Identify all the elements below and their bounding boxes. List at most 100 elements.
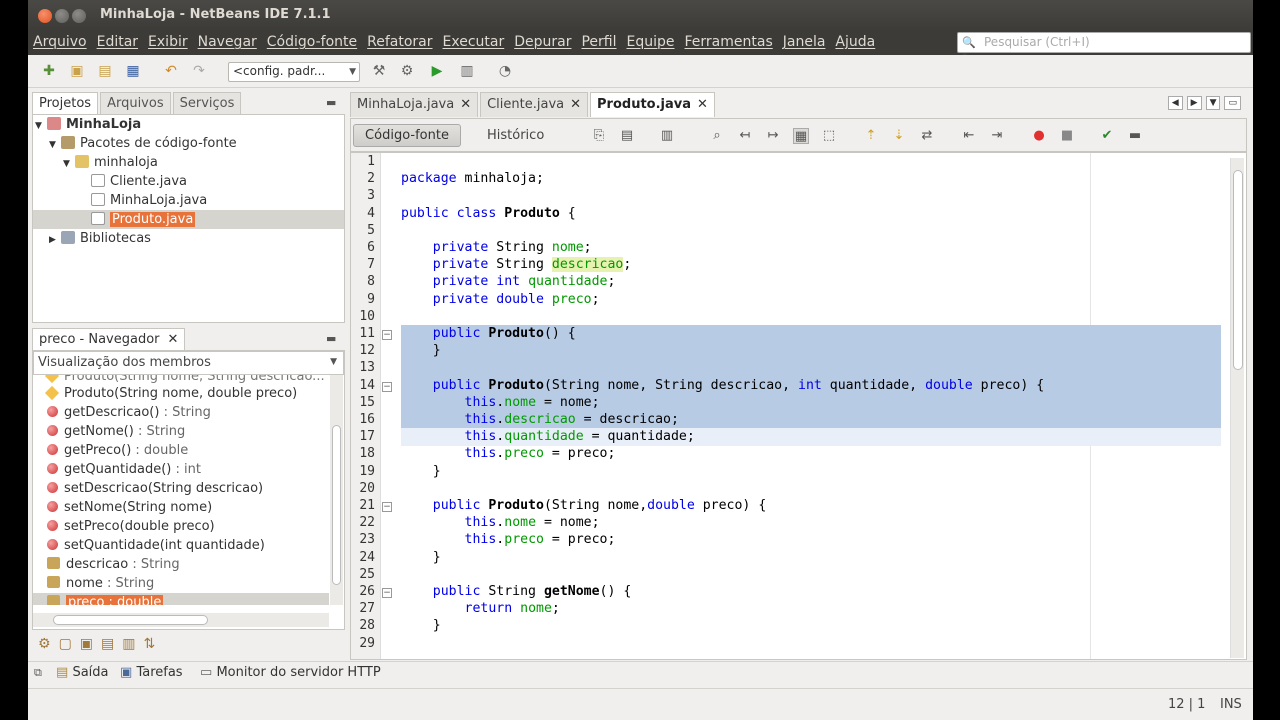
fold-toggle-icon[interactable]: −: [382, 588, 392, 598]
toggle-bookmark-icon[interactable]: ⇄: [919, 128, 935, 144]
close-icon[interactable]: ✕: [460, 97, 471, 112]
back-icon[interactable]: ▤: [619, 128, 635, 144]
tree-project[interactable]: ▼ MinhaLoja: [35, 115, 141, 134]
menu-navegar[interactable]: Navegar: [198, 34, 257, 50]
menu-codigo-fonte[interactable]: Código-fonte: [267, 34, 357, 50]
tasks-tab[interactable]: ▣ Tarefas: [120, 665, 183, 680]
tab-minhaloja[interactable]: MinhaLoja.java ✕: [350, 92, 479, 117]
member-item[interactable]: setDescricao(String descricao): [47, 479, 263, 498]
menu-equipe[interactable]: Equipe: [627, 34, 675, 50]
window-group-icon[interactable]: ⧉: [34, 666, 42, 680]
find-icon[interactable]: ⌕: [709, 128, 725, 144]
menu-executar[interactable]: Executar: [443, 34, 505, 50]
fold-toggle-icon[interactable]: −: [382, 381, 392, 392]
clean-build-icon[interactable]: ⚙: [398, 63, 416, 80]
menu-perfil[interactable]: Perfil: [581, 34, 616, 50]
run-icon[interactable]: ▶: [428, 63, 446, 80]
comment-icon[interactable]: ▬: [1127, 128, 1143, 144]
member-item[interactable]: setPreco(double preco): [47, 517, 215, 536]
minimize-panel-icon[interactable]: ▬: [326, 96, 336, 109]
save-all-icon[interactable]: ▦: [124, 63, 142, 80]
tab-projetos[interactable]: Projetos: [32, 92, 99, 114]
previous-bookmark-icon[interactable]: ⇡: [863, 128, 879, 144]
show-open-documents-icon[interactable]: ▼: [1205, 96, 1221, 110]
build-icon[interactable]: ⚒: [370, 63, 388, 80]
tree-file-cliente[interactable]: Cliente.java: [91, 172, 187, 191]
toggle-rect-selection-icon[interactable]: ⬚: [821, 128, 837, 144]
menu-arquivo[interactable]: Arquivo: [33, 34, 87, 50]
check-icon[interactable]: ✔: [1099, 128, 1115, 144]
tab-produto[interactable]: Produto.java ✕: [590, 92, 715, 117]
stop-macro-icon[interactable]: ■: [1059, 128, 1075, 144]
navigator-view-select[interactable]: Visualização dos membros ▼: [33, 351, 344, 375]
scroll-tabs-right-icon[interactable]: ▶: [1186, 96, 1202, 110]
navigator-scrollbar[interactable]: [330, 375, 343, 605]
member-item-selected[interactable]: preco : double: [47, 593, 164, 605]
find-next-icon[interactable]: ↦: [765, 128, 781, 144]
hscroll-thumb[interactable]: [53, 615, 208, 625]
window-minimize-button[interactable]: [55, 9, 69, 23]
member-item[interactable]: Produto(String nome, double preco): [44, 384, 297, 403]
menu-depurar[interactable]: Depurar: [514, 34, 571, 50]
menu-editar[interactable]: Editar: [97, 34, 138, 50]
history-view-button[interactable]: Histórico: [487, 128, 544, 143]
new-file-icon[interactable]: ✚: [40, 63, 58, 80]
tree-package[interactable]: ▼ minhaloja: [63, 153, 158, 172]
member-item[interactable]: nome : String: [47, 574, 154, 593]
navigator-hscrollbar[interactable]: [33, 613, 329, 627]
tab-arquivos[interactable]: Arquivos: [100, 92, 171, 114]
sort-icon[interactable]: ⇅: [144, 636, 156, 652]
find-previous-icon[interactable]: ↤: [737, 128, 753, 144]
member-item[interactable]: getNome() : String: [47, 422, 185, 441]
new-project-icon[interactable]: ▣: [68, 63, 86, 80]
shift-left-icon[interactable]: ⇤: [961, 128, 977, 144]
shift-right-icon[interactable]: ⇥: [989, 128, 1005, 144]
member-item[interactable]: setQuantidade(int quantidade): [47, 536, 265, 555]
member-item[interactable]: descricao : String: [47, 555, 180, 574]
scroll-thumb[interactable]: [1233, 170, 1243, 370]
debug-icon[interactable]: ▥: [458, 63, 476, 80]
filter-members-icon[interactable]: ▥: [122, 636, 135, 652]
menu-ferramentas[interactable]: Ferramentas: [685, 34, 773, 50]
menu-ajuda[interactable]: Ajuda: [835, 34, 875, 50]
filter-static-icon[interactable]: ▣: [80, 636, 93, 652]
toggle-highlight-icon[interactable]: ▦: [793, 128, 809, 144]
minimize-panel-icon[interactable]: ▬: [326, 332, 336, 345]
tab-cliente[interactable]: Cliente.java ✕: [480, 92, 589, 117]
fold-toggle-icon[interactable]: −: [382, 502, 392, 512]
close-icon[interactable]: ✕: [697, 97, 708, 112]
last-edit-icon[interactable]: ⎘: [591, 128, 607, 144]
member-item[interactable]: getDescricao() : String: [47, 403, 211, 422]
close-icon[interactable]: ✕: [168, 332, 179, 347]
config-select[interactable]: <config. padr... ▼: [228, 62, 360, 82]
member-item[interactable]: setNome(String nome): [47, 498, 212, 517]
member-item[interactable]: getPreco() : double: [47, 441, 188, 460]
forward-icon[interactable]: ▥: [659, 128, 675, 144]
filter-fields-icon[interactable]: ▢: [59, 636, 72, 652]
filter-inherited-icon[interactable]: ⚙: [38, 636, 51, 652]
tab-servicos[interactable]: Serviços: [172, 92, 242, 114]
tree-libraries[interactable]: ▶ Bibliotecas: [49, 229, 151, 248]
tree-file-minhaloja[interactable]: MinhaLoja.java: [91, 191, 207, 210]
tab-navigator[interactable]: preco - Navegador ✕: [32, 328, 186, 350]
tree-source-packages[interactable]: ▼ Pacotes de código-fonte: [49, 134, 237, 153]
menu-exibir[interactable]: Exibir: [148, 34, 188, 50]
maximize-window-icon[interactable]: ▭: [1224, 96, 1241, 110]
profile-icon[interactable]: ◔: [496, 63, 514, 80]
member-item[interactable]: getQuantidade() : int: [47, 460, 201, 479]
source-view-button[interactable]: Código-fonte: [353, 124, 461, 147]
redo-icon[interactable]: ↷: [190, 63, 208, 80]
tree-file-produto[interactable]: Produto.java: [91, 210, 196, 229]
start-macro-icon[interactable]: ●: [1031, 128, 1047, 144]
code-editor[interactable]: 1 2 package minhaloja; 3 4 public class Produ…: [350, 152, 1247, 660]
output-tab[interactable]: ▤ Saída: [56, 665, 109, 680]
search-input[interactable]: 🔍▾ Pesquisar (Ctrl+I): [957, 32, 1251, 62]
editor-scrollbar[interactable]: [1230, 158, 1244, 658]
open-project-icon[interactable]: ▤: [96, 63, 114, 80]
http-monitor-tab[interactable]: ▭ Monitor do servidor HTTP: [200, 665, 381, 680]
close-icon[interactable]: ✕: [570, 97, 581, 112]
filter-private-icon[interactable]: ▤: [101, 636, 114, 652]
fold-toggle-icon[interactable]: −: [382, 330, 392, 340]
window-maximize-button[interactable]: [72, 9, 86, 23]
scroll-tabs-left-icon[interactable]: ◀: [1167, 96, 1183, 110]
